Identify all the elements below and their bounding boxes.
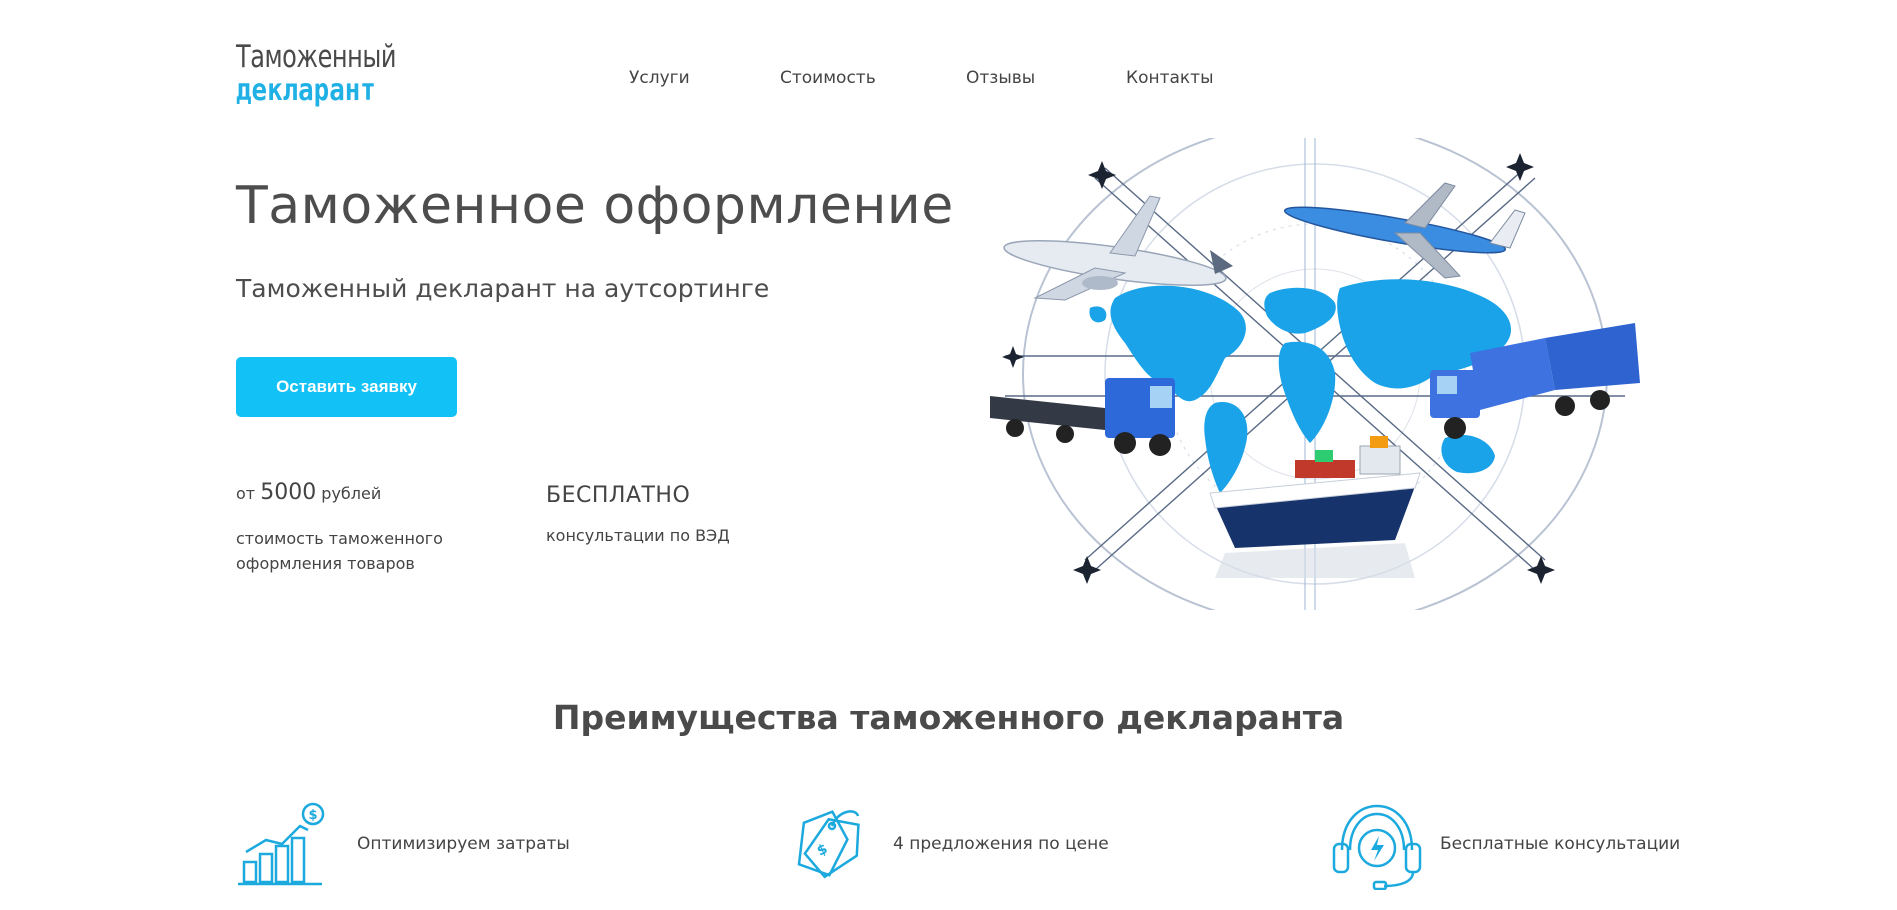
truck-left-icon	[990, 378, 1175, 456]
headset-icon	[1332, 804, 1422, 890]
free-consultation-description: консультации по ВЭД	[546, 526, 730, 545]
benefit-label-offers: 4 предложения по цене	[893, 834, 1109, 854]
hero-subtitle: Таможенный декларант на аутсортинге	[236, 274, 770, 303]
logo-line-1: Таможенный	[236, 39, 397, 75]
price-prefix: от	[236, 484, 256, 503]
chart-dollar-icon: $	[238, 802, 325, 886]
free-consultation-title: БЕСПЛАТНО	[546, 483, 691, 508]
hero-title: Таможенное оформление	[236, 176, 954, 236]
logo-line-2: декларант	[236, 73, 376, 108]
benefits-title: Преимущества таможенного декларанта	[552, 698, 1345, 737]
submit-request-button[interactable]: Оставить заявку	[236, 357, 457, 417]
price-value: 5000	[260, 480, 317, 505]
nav-item-contacts[interactable]: Контакты	[1126, 68, 1214, 88]
svg-text:$: $	[815, 841, 831, 860]
price-tags-icon: $	[797, 810, 860, 879]
price-description: стоимость таможенного оформления товаров	[236, 529, 443, 573]
logistics-illustration	[990, 138, 1640, 610]
price-stat: от 5000 рублей	[236, 480, 381, 505]
benefit-label-costs: Оптимизируем затраты	[357, 834, 570, 854]
nav-item-services[interactable]: Услуги	[629, 68, 690, 88]
price-suffix: рублей	[321, 484, 382, 503]
logo[interactable]: Таможенный декларант	[236, 40, 406, 108]
nav-item-reviews[interactable]: Отзывы	[966, 68, 1035, 88]
svg-text:$: $	[308, 808, 317, 823]
nav-item-pricing[interactable]: Стоимость	[780, 68, 876, 88]
airplane-right-icon	[1283, 182, 1526, 279]
airplane-left-icon	[1003, 195, 1233, 301]
benefit-label-consult: Бесплатные консультации	[1440, 834, 1681, 854]
